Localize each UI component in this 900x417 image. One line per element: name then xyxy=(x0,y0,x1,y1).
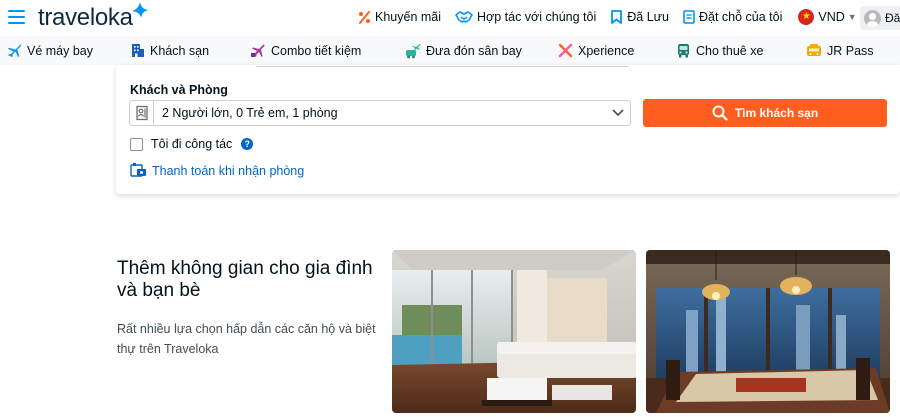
promotions-link[interactable]: Khuyến mãi xyxy=(358,10,441,24)
car-rental-icon xyxy=(678,44,689,58)
handshake-icon xyxy=(455,11,473,23)
currency-selector[interactable]: ★ VND ▼ xyxy=(798,9,857,25)
chevron-down-icon xyxy=(606,109,630,117)
search-hotels-button[interactable]: Tìm khách sạn xyxy=(643,99,887,127)
promo-description: Rất nhiều lựa chọn hấp dẫn các căn hộ và… xyxy=(117,322,376,356)
pay-at-hotel-icon xyxy=(130,163,146,177)
search-icon xyxy=(712,105,728,121)
hotel-search-card: Khách và Phòng 2 Người lớn, 0 Trẻ em, 1 … xyxy=(116,65,900,194)
nav-item-car-rental[interactable]: Cho thuê xe xyxy=(676,36,763,65)
combo-icon xyxy=(251,44,265,57)
hotel-icon xyxy=(132,44,144,57)
percent-icon xyxy=(359,10,370,24)
my-bookings-link[interactable]: Đặt chỗ của tôi xyxy=(683,10,782,24)
hamburger-menu-icon[interactable] xyxy=(8,10,25,24)
apartment-dining-room-image[interactable] xyxy=(646,250,890,413)
promo-title: Thêm không gian cho gia đình và bạn bè xyxy=(117,258,373,301)
business-trip-option[interactable]: Tôi đi công tác ? xyxy=(130,137,254,151)
airport-transfer-icon xyxy=(406,43,421,58)
guests-rooms-selector[interactable]: 2 Người lớn, 0 Trẻ em, 1 phòng xyxy=(129,100,631,126)
bookmark-icon xyxy=(611,10,623,24)
nav-item-jr-pass[interactable]: JR Pass xyxy=(806,36,874,65)
nav-item-airport-transfer[interactable]: Đưa đón sân bay xyxy=(405,36,522,65)
nav-item-flights[interactable]: Vé máy bay xyxy=(7,36,93,65)
logo-bird-icon xyxy=(132,2,149,18)
product-nav: Vé máy bay Khách sạn Combo tiết kiệm Đưa… xyxy=(0,36,900,65)
chevron-down-icon: ▼ xyxy=(847,12,857,22)
user-avatar-icon xyxy=(864,9,881,27)
apartment-living-room-image[interactable] xyxy=(392,250,636,413)
help-icon[interactable]: ? xyxy=(241,138,254,150)
booking-list-icon xyxy=(683,10,695,24)
nav-item-combo[interactable]: Combo tiết kiệm xyxy=(250,36,361,65)
saved-link[interactable]: Đã Lưu xyxy=(610,10,669,24)
guests-rooms-value: 2 Người lớn, 0 Trẻ em, 1 phòng xyxy=(162,106,338,120)
guests-room-icon xyxy=(130,101,154,125)
airplane-icon xyxy=(7,43,22,58)
previous-field-border xyxy=(388,65,628,67)
top-header: traveloka Khuyến mãi Hợp tác với chúng t… xyxy=(0,0,900,36)
traveloka-logo[interactable]: traveloka xyxy=(38,4,133,32)
nav-item-hotels[interactable]: Khách sạn xyxy=(131,36,209,65)
pay-at-hotel-link[interactable]: Thanh toán khi nhận phòng xyxy=(130,162,304,179)
xperience-icon xyxy=(558,43,573,58)
partnership-link[interactable]: Hợp tác với chúng tôi xyxy=(455,10,596,24)
nav-item-xperience[interactable]: Xperience xyxy=(558,36,634,65)
business-trip-checkbox[interactable] xyxy=(130,137,143,151)
login-button[interactable]: Đă xyxy=(860,6,900,30)
guests-rooms-label: Khách và Phòng xyxy=(130,83,228,97)
vietnam-flag-icon: ★ xyxy=(798,9,815,25)
jr-pass-icon xyxy=(807,44,821,56)
